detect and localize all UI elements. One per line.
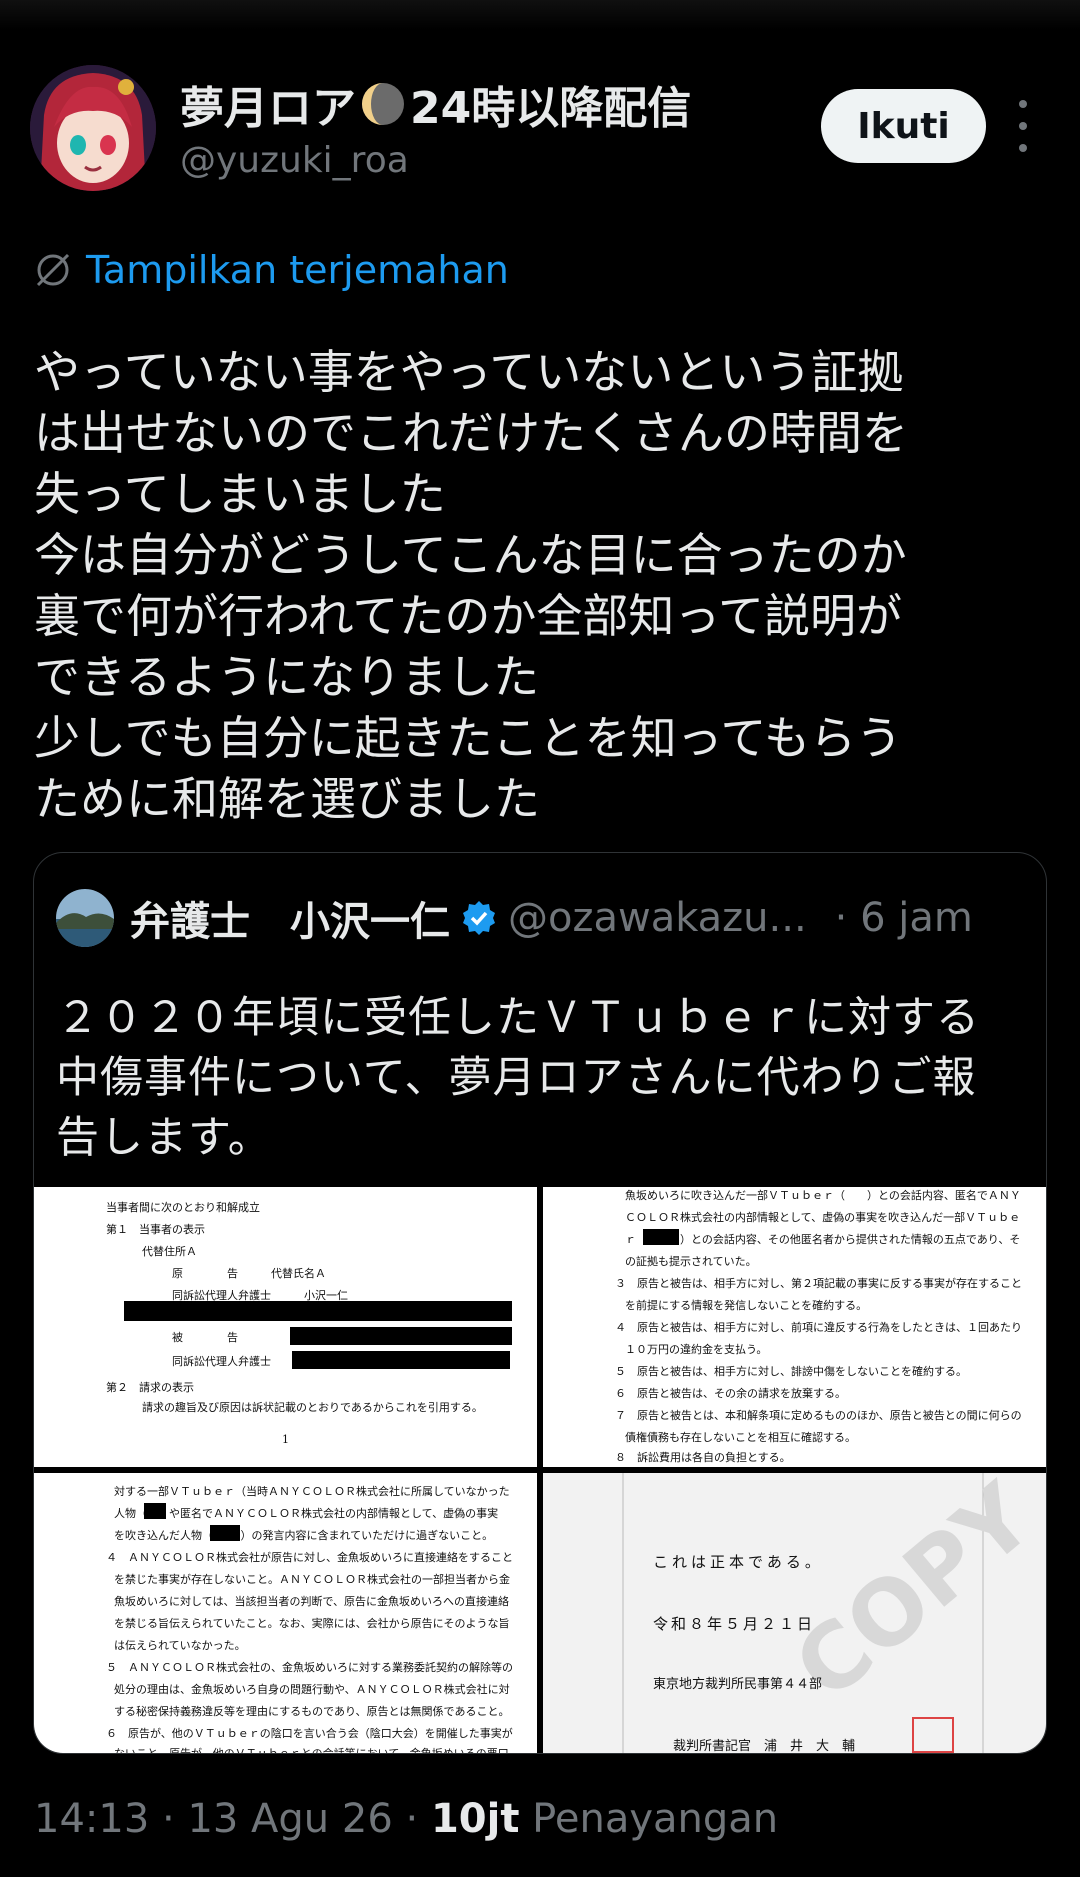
translate-icon bbox=[36, 253, 70, 287]
doc-line: を前提にする情報を発信しないことを確約する。 bbox=[625, 1299, 868, 1312]
court-seal-icon bbox=[912, 1717, 954, 1753]
quoted-avatar[interactable] bbox=[56, 889, 114, 947]
doc-line: ４ 原告と被告は、相手方に対し、前項に違反する行為をしたときは、１回あたり bbox=[615, 1321, 1022, 1334]
author-name-prefix: 夢月ロア bbox=[180, 83, 356, 134]
redaction-bar bbox=[643, 1229, 679, 1245]
doc-line: 代替住所Ａ bbox=[142, 1245, 197, 1258]
doc-line: 人物（ ）や匿名でＡＮＹＣＯＬＯＲ株式会社の内部情報として、虚偽の事実 bbox=[114, 1507, 499, 1520]
quoted-line: 中傷事件について、夢月ロアさんに代わりご報 bbox=[56, 1053, 977, 1103]
doc-line: 東京地方裁判所民事第４４部 bbox=[653, 1677, 823, 1692]
doc-line: 請求の趣旨及び原因は訴状記載のとおりであるからこれを引用する。 bbox=[142, 1401, 483, 1414]
doc-line: 当事者間に次のとおり和解成立 bbox=[106, 1201, 260, 1214]
views-label: Penayangan bbox=[532, 1796, 779, 1842]
doc-line: を禁じた事実が存在しないこと。ＡＮＹＣＯＬＯＲ株式会社の一部担当者から金 bbox=[114, 1573, 510, 1586]
quoted-header: 弁護士 小沢一仁 @ozawakazu... · 6 jam bbox=[56, 889, 973, 947]
tweet-line: できるようになりました bbox=[34, 650, 540, 704]
separator-dot: · bbox=[162, 1796, 188, 1842]
doc-line: 原 告 代替氏名Ａ bbox=[172, 1267, 326, 1280]
doc-line: 処分の理由は、金魚坂めいろ自身の問題行動や、ＡＮＹＣＯＬＯＲ株式会社に対 bbox=[114, 1683, 510, 1696]
redaction-bar bbox=[290, 1327, 512, 1345]
tweet-body: やっていない事をやっていないという証拠 は出せないのでこれだけたくさんの時間を … bbox=[34, 342, 1054, 830]
doc-line: 第１ 当事者の表示 bbox=[106, 1223, 205, 1236]
moon-emoji-icon bbox=[362, 83, 404, 125]
tweet-date[interactable]: 13 Agu 26 bbox=[187, 1796, 392, 1842]
separator-dot: · bbox=[405, 1796, 431, 1842]
doc-line: ３ 原告と被告は、相手方に対し、第２項記載の事実に反する事実が存在すること bbox=[615, 1277, 1022, 1290]
document-image-3[interactable]: 対する一部ＶＴｕｂｅｒ（当時ＡＮＹＣＯＬＯＲ株式会社に所属していなかった 人物（… bbox=[34, 1473, 537, 1753]
quoted-text: ２０２０年頃に受任したＶＴｕｂｅｒに対する 中傷事件について、夢月ロアさんに代わ… bbox=[56, 988, 1036, 1168]
translate-link[interactable]: Tampilkan terjemahan bbox=[34, 248, 509, 292]
doc-line: 被 告 bbox=[172, 1331, 238, 1344]
translate-label: Tampilkan terjemahan bbox=[86, 248, 509, 292]
tweet-line: ために和解を選びました bbox=[34, 772, 540, 826]
doc-line: 魚坂めいろに対しては、当該担当者の判断で、原告に金魚坂めいろへの直接連絡 bbox=[114, 1595, 510, 1608]
document-image-1[interactable]: 当事者間に次のとおり和解成立 第１ 当事者の表示 代替住所Ａ 原 告 代替氏名Ａ… bbox=[34, 1187, 537, 1467]
doc-line: を吹き込んだ人物（ ））の発言内容に含まれていただけに過ぎないこと。 bbox=[114, 1529, 494, 1542]
verified-badge-icon bbox=[463, 901, 495, 935]
quoted-tweet[interactable]: 弁護士 小沢一仁 @ozawakazu... · 6 jam ２０２０年頃に受任… bbox=[33, 852, 1047, 1754]
doc-line: を禁じる旨伝えられていたこと。なお、実際には、会社から原告にそのような旨 bbox=[114, 1617, 510, 1630]
redaction-bar bbox=[144, 1503, 166, 1519]
tweet-line: やっていない事をやっていないという証拠 bbox=[34, 345, 904, 399]
author-handle[interactable]: @yuzuki_roa bbox=[180, 140, 409, 181]
doc-line: ７ 原告と被告とは、本和解条項に定めるもののほか、原告と被告との間に何らの bbox=[615, 1409, 1022, 1422]
document-image-2[interactable]: 魚坂めいろに吹き込んだ一部ＶＴｕｂｅｒ（ ）との会話内容、匿名でＡＮＹ ＣＯＬＯ… bbox=[543, 1187, 1046, 1467]
doc-line: ないこと。原告が、他のＶＴｕｂｅｒとの会話等において、金魚坂めいろの悪口 bbox=[114, 1745, 509, 1753]
doc-line: 魚坂めいろに吹き込んだ一部ＶＴｕｂｅｒ（ ）との会話内容、匿名でＡＮＹ bbox=[625, 1189, 1021, 1202]
doc-line: 対する一部ＶＴｕｂｅｒ（当時ＡＮＹＣＯＬＯＲ株式会社に所属していなかった bbox=[114, 1485, 510, 1498]
tweet-line: は出せないのでこれだけたくさんの時間を bbox=[34, 406, 908, 460]
doc-line: は伝えられていなかった。 bbox=[114, 1639, 246, 1652]
doc-line: ８ 訴訟費用は各自の負担とする。 bbox=[615, 1451, 791, 1464]
tweet-line: 今は自分がどうしてこんな目に合ったのか bbox=[34, 528, 907, 582]
doc-line: これは正本である。 bbox=[653, 1553, 824, 1571]
doc-line: 令和８年５月２１日 bbox=[653, 1615, 816, 1633]
doc-line: 第２ 請求の表示 bbox=[106, 1381, 194, 1394]
redaction-bar bbox=[292, 1351, 510, 1369]
views-count: 10jt bbox=[430, 1796, 520, 1842]
redaction-bar bbox=[210, 1525, 240, 1541]
more-options-icon[interactable] bbox=[1010, 100, 1036, 152]
doc-line: 同訴訟代理人弁護士 bbox=[172, 1355, 271, 1368]
doc-line: の証拠も提示されていた。 bbox=[625, 1255, 757, 1268]
doc-line: ｒ（ ）との会話内容、その他匿名者から提供された情報の五点であり、そ bbox=[625, 1233, 1021, 1246]
quoted-line: ２０２０年頃に受任したＶＴｕｂｅｒに対する bbox=[56, 993, 980, 1043]
doc-line: ５ 原告と被告は、相手方に対し、誹謗中傷をしないことを確約する。 bbox=[615, 1365, 967, 1378]
media-grid: 当事者間に次のとおり和解成立 第１ 当事者の表示 代替住所Ａ 原 告 代替氏名Ａ… bbox=[34, 1187, 1046, 1753]
tweet-line: 裏で何が行われてたのか全部知って説明が bbox=[34, 589, 903, 643]
doc-line: ５ ＡＮＹＣＯＬＯＲ株式会社の、金魚坂めいろに対する業務委託契約の解除等の bbox=[106, 1661, 513, 1674]
doc-line: 債権債務も存在しないことを相互に確認する。 bbox=[625, 1431, 856, 1444]
redaction-bar bbox=[124, 1301, 512, 1321]
doc-line: ４ ＡＮＹＣＯＬＯＲ株式会社が原告に対し、金魚坂めいろに直接連絡をすること bbox=[106, 1551, 513, 1564]
top-edge bbox=[0, 0, 1080, 30]
doc-line: ６ 原告が、他のＶＴｕｂｅｒの陰口を言い合う会（陰口大会）を開催した事実が bbox=[106, 1727, 513, 1740]
doc-line: ＣＯＬＯＲ株式会社の内部情報として、虚偽の事実を吹き込んだ一部ＶＴｕｂｅ bbox=[625, 1211, 1021, 1224]
tweet-meta: 14:13 · 13 Agu 26 · 10jt Penayangan bbox=[34, 1796, 778, 1842]
author-name[interactable]: 夢月ロア 24時以降配信 bbox=[180, 72, 691, 136]
tweet-time[interactable]: 14:13 bbox=[34, 1796, 149, 1842]
follow-button[interactable]: Ikuti bbox=[821, 89, 986, 163]
quoted-author-name: 弁護士 小沢一仁 bbox=[130, 899, 450, 945]
tweet-line: 失ってしまいました bbox=[34, 467, 446, 521]
doc-line: ６ 原告と被告は、その余の請求を放棄する。 bbox=[615, 1387, 846, 1400]
doc-page-number: 1 bbox=[282, 1433, 289, 1446]
tweet-line: 少しでも自分に起きたことを知ってもらう bbox=[34, 711, 903, 765]
author-name-suffix: 24時以降配信 bbox=[410, 83, 692, 134]
quoted-timestamp: · 6 jam bbox=[834, 895, 973, 941]
doc-line: 裁判所書記官 浦 井 大 輔 bbox=[673, 1739, 856, 1753]
document-image-4[interactable]: COPY これは正本である。 令和８年５月２１日 東京地方裁判所民事第４４部 裁… bbox=[543, 1473, 1046, 1753]
quoted-author-handle: @ozawakazu... bbox=[508, 895, 807, 941]
author-avatar[interactable] bbox=[30, 65, 156, 191]
doc-line: する秘密保持義務違反等を理由にするものであり、原告とは無関係であること。 bbox=[114, 1705, 510, 1718]
doc-line: １０万円の違約金を支払う。 bbox=[625, 1343, 768, 1356]
quoted-line: 告します。 bbox=[56, 1113, 272, 1163]
